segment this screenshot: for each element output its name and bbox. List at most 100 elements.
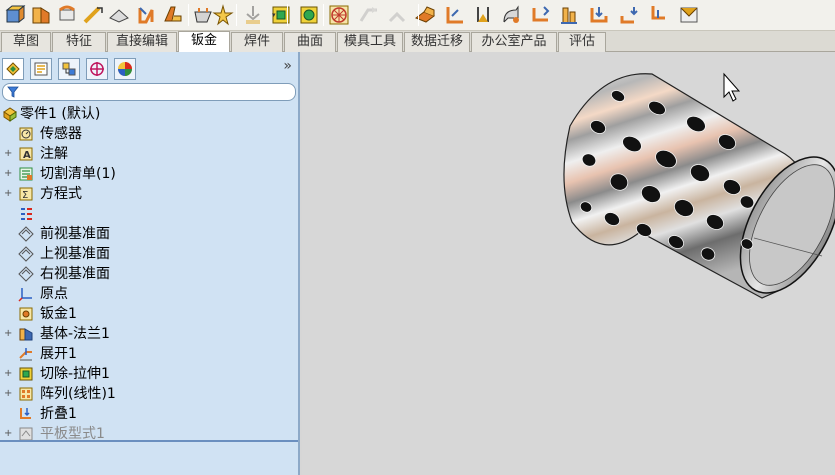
tree-item[interactable]: + Σ 方程式 xyxy=(0,184,298,204)
expand-toggle-icon[interactable]: + xyxy=(4,389,12,399)
tab-9[interactable]: 评估 xyxy=(558,32,606,52)
closed-corner-button[interactable] xyxy=(586,2,612,28)
part-icon xyxy=(2,106,18,122)
feature-tree-filter-input[interactable] xyxy=(2,83,296,101)
tree-item[interactable]: 前视基准面 xyxy=(0,224,298,244)
tree-item[interactable]: + 切割清单(1) xyxy=(0,164,298,184)
panel-tab-configuration-manager[interactable] xyxy=(58,58,80,80)
linear-pattern-icon xyxy=(18,386,34,402)
base-flange-button[interactable] xyxy=(28,2,54,28)
simple-hole-button[interactable] xyxy=(296,2,322,28)
welded-corner-button[interactable] xyxy=(528,2,554,28)
break-corner-icon xyxy=(503,5,519,23)
tree-item[interactable]: 零件1 (默认) xyxy=(0,104,298,124)
panel-tab-dimxpert[interactable] xyxy=(86,58,108,80)
sketched-bend-icon xyxy=(83,6,103,24)
cylinder-model[interactable] xyxy=(302,52,835,475)
tree-item[interactable]: 折叠1 xyxy=(0,404,298,424)
hem-button[interactable] xyxy=(106,2,132,28)
filter-icon xyxy=(7,86,19,98)
tree-item-label: 原点 xyxy=(40,286,68,302)
expand-toggle-icon[interactable]: + xyxy=(4,429,12,439)
expand-toggle-icon[interactable]: + xyxy=(4,149,12,159)
tree-item-label: 注解 xyxy=(40,146,68,162)
vent-icon xyxy=(329,5,349,25)
lofted-bend-button[interactable] xyxy=(240,2,266,28)
toolbar-dropdown-arrow-icon[interactable]: ▾ xyxy=(272,11,279,19)
unfold-button[interactable] xyxy=(356,2,382,28)
tree-item[interactable]: 钣金1 xyxy=(0,304,298,324)
toolbar-separator xyxy=(323,4,324,26)
cross-break-button[interactable] xyxy=(646,2,672,28)
edge-flange-button[interactable] xyxy=(160,2,186,28)
tab-8[interactable]: 办公室产品 xyxy=(471,32,557,52)
tree-item[interactable]: + A 注解 xyxy=(0,144,298,164)
plane-icon xyxy=(18,266,34,282)
svg-text:A: A xyxy=(23,150,31,161)
expand-toggle-icon[interactable]: + xyxy=(4,369,12,379)
tab-2[interactable]: 直接编辑 xyxy=(107,32,177,52)
corner-relief-button[interactable] xyxy=(616,2,642,28)
tab-4[interactable]: 焊件 xyxy=(231,32,283,52)
tree-item-label: 上视基准面 xyxy=(40,246,110,262)
panel-tab-display-manager[interactable] xyxy=(114,58,136,80)
vent-button[interactable] xyxy=(326,2,352,28)
sketched-bend-button[interactable] xyxy=(80,2,106,28)
origin-icon xyxy=(18,286,34,302)
rip-button[interactable] xyxy=(470,2,496,28)
command-manager-tabs: 草图 特征 直接编辑 钣金 焊件 曲面 模具工具 数据迁移 办公室产品 评估 xyxy=(0,31,835,53)
tree-item-label: 折叠1 xyxy=(40,406,77,422)
view-orientation-button[interactable] xyxy=(2,2,28,28)
panel-tab-feature-manager[interactable] xyxy=(2,58,24,80)
panel-divider xyxy=(0,440,298,442)
tab-7[interactable]: 数据迁移 xyxy=(404,32,470,52)
fold-button[interactable] xyxy=(384,2,410,28)
no-bends-icon xyxy=(446,7,463,24)
graphics-area[interactable] xyxy=(302,52,835,475)
jog-button[interactable] xyxy=(134,2,160,28)
flatten-button[interactable] xyxy=(412,2,438,28)
no-bends-button[interactable] xyxy=(442,2,468,28)
tab-0[interactable]: 草图 xyxy=(1,32,51,52)
tab-1[interactable]: 特征 xyxy=(52,32,106,52)
miter-flange-icon xyxy=(59,5,75,21)
rip-icon xyxy=(477,7,489,22)
convert-to-sheet-metal-button[interactable] xyxy=(210,2,236,28)
configuration-manager-icon xyxy=(62,62,76,76)
edge-flange-icon xyxy=(164,6,182,22)
welded-corner-icon xyxy=(532,6,550,22)
tree-item[interactable]: + 基体-法兰1 xyxy=(0,324,298,344)
plane-icon xyxy=(18,226,34,242)
forming-tool-button[interactable] xyxy=(556,2,582,28)
expand-toggle-icon[interactable]: + xyxy=(4,189,12,199)
panel-tab-property-manager[interactable] xyxy=(30,58,52,80)
collapse-panel-button[interactable]: » xyxy=(283,58,292,74)
tree-item-label: 基体-法兰1 xyxy=(40,326,110,342)
tree-item[interactable]: 原点 xyxy=(0,284,298,304)
miter-flange-button[interactable] xyxy=(54,2,80,28)
tab-5[interactable]: 曲面 xyxy=(284,32,336,52)
tree-item-label: 切割清单(1) xyxy=(40,166,116,182)
toolbar-separator xyxy=(188,4,189,26)
break-corner-button[interactable] xyxy=(498,2,524,28)
tree-item[interactable]: + 阵列(线性)1 xyxy=(0,384,298,404)
tree-item[interactable]: 传感器 xyxy=(0,124,298,144)
fold-icon xyxy=(18,406,34,422)
tab-slot-button[interactable] xyxy=(676,2,702,28)
tab-3[interactable]: 钣金 xyxy=(178,31,230,53)
tab-6[interactable]: 模具工具 xyxy=(337,32,403,52)
simple-hole-icon xyxy=(300,6,318,24)
lofted-bend-icon xyxy=(246,6,260,24)
tree-item-label: 展开1 xyxy=(40,346,77,362)
tree-item[interactable]: 展开1 xyxy=(0,344,298,364)
expand-toggle-icon[interactable]: + xyxy=(4,169,12,179)
tree-item[interactable] xyxy=(0,204,298,224)
toolbar-separator xyxy=(287,4,288,26)
tree-item[interactable]: 右视基准面 xyxy=(0,264,298,284)
feature-manager-icon xyxy=(6,62,20,76)
tree-item[interactable]: 上视基准面 xyxy=(0,244,298,264)
display-manager-icon xyxy=(118,62,132,76)
unfold-icon xyxy=(359,7,377,22)
tree-item[interactable]: + 切除-拉伸1 xyxy=(0,364,298,384)
expand-toggle-icon[interactable]: + xyxy=(4,329,12,339)
